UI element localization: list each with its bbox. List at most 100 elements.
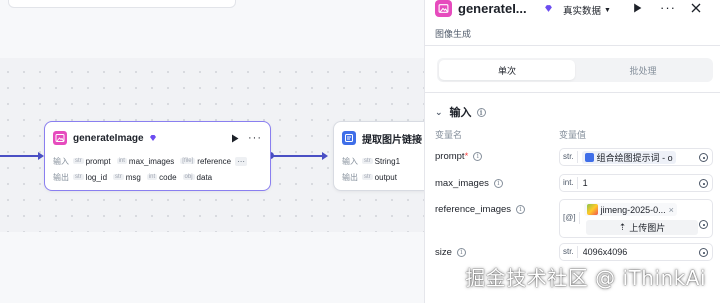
output-tag: str output <box>362 173 397 182</box>
param-name: reference_images <box>435 204 512 215</box>
size-field[interactable]: str. 4096x4096 <box>559 243 713 261</box>
type-badge: int <box>116 158 127 164</box>
type-badge: [file] <box>180 158 196 164</box>
type-selector[interactable]: int. <box>563 177 578 189</box>
tag-name: msg <box>125 172 141 182</box>
close-icon[interactable]: × <box>669 205 674 215</box>
tag-name: data <box>196 172 213 182</box>
input-label: 输入 <box>342 156 358 166</box>
inputs-section-header[interactable]: ⌄ 输入 <box>435 104 486 120</box>
image-icon <box>435 0 452 17</box>
variable-picker-icon[interactable] <box>699 248 708 257</box>
type-selector[interactable]: str. <box>563 246 578 258</box>
variable-picker-icon[interactable] <box>699 220 708 229</box>
image-thumbnail <box>586 204 598 215</box>
play-icon[interactable] <box>231 134 239 143</box>
panel-header: generateI... 真实数据 ▼ ··· <box>425 0 720 22</box>
panel-subtitle: 图像生成 <box>435 29 472 39</box>
column-header-name: 变量名 <box>435 130 463 140</box>
upload-icon: ⇡ <box>618 222 627 232</box>
chip-label: 组合绘图提示词 - o <box>596 152 673 163</box>
section-title: 输入 <box>449 107 472 119</box>
workflow-canvas[interactable]: generateImage ··· 输入 str prompt int max_im… <box>0 0 424 303</box>
column-header-value: 变量值 <box>559 130 587 140</box>
upper-node-card[interactable] <box>8 0 236 8</box>
play-icon[interactable] <box>633 3 642 13</box>
more-icon[interactable]: ··· <box>248 133 262 144</box>
info-icon[interactable] <box>476 107 486 117</box>
info-icon[interactable] <box>516 205 526 214</box>
param-label-size: size <box>435 247 466 258</box>
image-file-chip[interactable]: jimeng-2025-0... × <box>583 203 677 216</box>
node-extract-image-link[interactable]: 提取图片链接 输入 str String1 输出 str output <box>333 121 424 191</box>
info-icon[interactable] <box>456 248 466 257</box>
input-tag: int max_images <box>116 156 175 166</box>
field-value[interactable]: 4096x4096 <box>583 247 628 257</box>
more-icon[interactable]: ··· <box>660 0 676 15</box>
node-outputs-row: 输出 str output <box>342 169 424 185</box>
node-inputs-row: 输入 str String1 <box>342 153 424 169</box>
watermark: 掘金技术社区 @ iThinkAi <box>465 266 706 290</box>
tag-name: output <box>374 172 397 182</box>
type-badge: str <box>73 174 84 180</box>
type-badge: obj <box>182 174 195 180</box>
variable-reference-chip[interactable]: 组合绘图提示词 - o <box>581 150 676 164</box>
tag-name: reference <box>197 156 232 166</box>
node-generate-image[interactable]: generateImage ··· 输入 str prompt int max_im… <box>44 121 271 191</box>
param-label-max-images: max_images <box>435 178 503 189</box>
field-value[interactable]: 1 <box>583 178 588 188</box>
canvas-band <box>0 0 424 58</box>
node-ref-icon <box>584 152 594 162</box>
output-tag: int code <box>146 173 177 182</box>
variable-picker-icon[interactable] <box>699 179 708 188</box>
type-badge: str <box>113 174 124 180</box>
tag-name: log_id <box>85 172 108 182</box>
input-tag: [file] reference <box>180 157 231 166</box>
close-icon[interactable] <box>691 3 701 13</box>
param-name: size <box>435 247 452 258</box>
node-title: 提取图片链接 <box>362 134 422 146</box>
extract-icon <box>342 131 356 145</box>
chevron-down-icon: ▼ <box>604 6 611 14</box>
prompt-field[interactable]: str. 组合绘图提示词 - o <box>559 148 713 166</box>
type-badge: str <box>73 158 84 164</box>
output-label: 输出 <box>342 172 358 182</box>
tab-single[interactable]: 单次 <box>439 60 575 80</box>
upload-label: 上传图片 <box>629 223 666 233</box>
param-name: max_images <box>435 178 489 189</box>
type-selector[interactable]: str. <box>563 151 578 163</box>
node-outputs-row: 输出 str log_id str msg int code obj data <box>53 169 270 185</box>
upload-image-button[interactable]: ⇡ 上传图片 <box>586 220 698 235</box>
input-tag: str prompt <box>73 157 111 166</box>
tag-name: max_images <box>128 156 175 166</box>
divider <box>425 45 720 46</box>
type-badge: str <box>362 174 373 180</box>
edge-arrow <box>322 152 328 160</box>
type-badge: int <box>146 174 158 180</box>
variable-picker-icon[interactable] <box>699 153 708 162</box>
output-label: 输出 <box>53 172 69 182</box>
info-icon[interactable] <box>493 179 503 188</box>
diamond-icon <box>149 135 156 141</box>
tag-name: String1 <box>374 156 401 166</box>
required-mark: * <box>464 151 469 162</box>
node-title: generateImage <box>73 132 144 144</box>
tab-batch[interactable]: 批处理 <box>575 60 711 80</box>
divider <box>425 92 720 93</box>
param-name: prompt <box>435 151 465 162</box>
image-icon <box>53 131 67 145</box>
max-images-field[interactable]: int. 1 <box>559 174 713 192</box>
param-label-prompt: prompt * <box>435 151 483 162</box>
data-mode-select[interactable]: 真实数据 ▼ <box>563 3 611 17</box>
input-tag: str String1 <box>362 157 400 166</box>
param-label-reference-images: reference_images <box>435 204 526 215</box>
edge-link <box>272 155 324 157</box>
edge-in <box>0 155 40 157</box>
node-inputs-row: 输入 str prompt int max_images [file] referen… <box>53 153 270 169</box>
more-inputs-icon[interactable]: ··· <box>235 156 248 166</box>
type-selector[interactable]: [@] <box>563 212 580 224</box>
reference-images-field[interactable]: [@] jimeng-2025-0... × ⇡ 上传图片 <box>559 199 713 238</box>
tag-name: prompt <box>85 156 111 166</box>
info-icon[interactable] <box>473 152 483 161</box>
canvas-band <box>0 232 424 303</box>
